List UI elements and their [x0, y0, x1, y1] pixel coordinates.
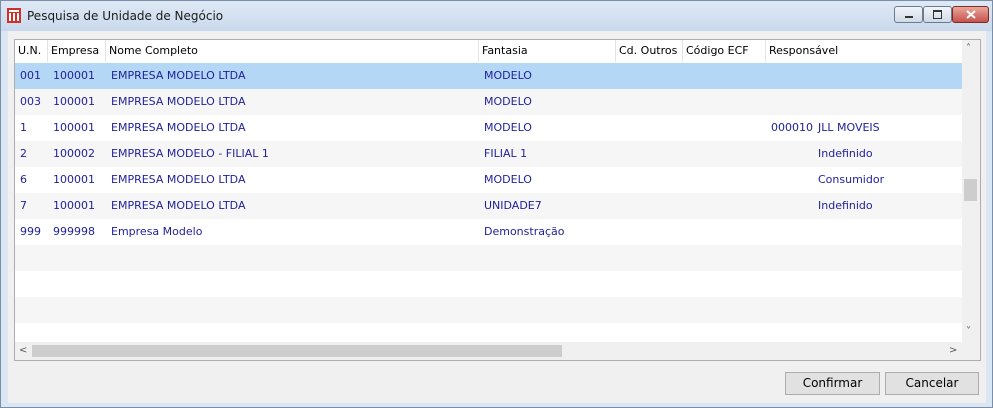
cell-nome-completo: Empresa Modelo — [111, 225, 203, 238]
vertical-scroll-thumb[interactable] — [964, 179, 977, 201]
scroll-right-icon[interactable]: > — [949, 345, 957, 356]
cell-responsavel-codigo: 000010 — [771, 121, 813, 134]
cell-nome-completo: EMPRESA MODELO LTDA — [111, 95, 246, 108]
table-row[interactable]: 001 100001 EMPRESA MODELO LTDA MODELO — [15, 63, 962, 89]
cell-fantasia: Demonstração — [484, 225, 565, 238]
cell-fantasia: UNIDADE7 — [484, 199, 542, 212]
cell-cd-outros — [616, 219, 621, 245]
close-icon — [966, 10, 976, 19]
cell-empresa: 100001 — [53, 121, 95, 134]
horizontal-scrollbar[interactable]: < > — [15, 342, 962, 360]
cell-responsavel-nome: Indefinido — [818, 199, 873, 212]
cell-nome-completo: EMPRESA MODELO - FILIAL 1 — [111, 147, 269, 160]
scroll-up-icon[interactable]: ˄ — [966, 43, 971, 54]
maximize-icon — [933, 10, 942, 19]
cell-cd-outros — [616, 89, 621, 115]
cell-cd-outros — [616, 115, 621, 141]
cell-fantasia: FILIAL 1 — [484, 147, 528, 160]
cell-responsavel-nome — [813, 63, 818, 89]
cell-responsavel-nome: Indefinido — [818, 147, 873, 160]
cell-nome-completo: EMPRESA MODELO LTDA — [111, 173, 246, 186]
cell-cd-outros — [616, 141, 621, 167]
cell-cd-outros — [616, 167, 621, 193]
cell-codigo-ecf — [683, 167, 688, 193]
column-header-codigo-ecf[interactable]: Código ECF — [683, 40, 766, 62]
cell-codigo-ecf — [683, 141, 688, 167]
cell-nome-completo: EMPRESA MODELO LTDA — [111, 121, 246, 134]
cell-codigo-ecf — [683, 63, 688, 89]
vertical-scrollbar[interactable]: ˄ ˅ — [962, 40, 980, 342]
cell-un: 003 — [20, 95, 41, 108]
empty-row — [15, 297, 962, 323]
cell-responsavel-nome: JLL MOVEIS — [818, 121, 880, 134]
cell-fantasia: MODELO — [484, 173, 532, 186]
window-title: Pesquisa de Unidade de Negócio — [27, 9, 224, 23]
dialog-body: U.N. Empresa Nome Completo Fantasia Cd. … — [8, 31, 986, 403]
cell-empresa: 100001 — [53, 199, 95, 212]
title-bar[interactable]: Pesquisa de Unidade de Negócio — [1, 1, 992, 31]
app-logo-icon — [7, 8, 21, 23]
cell-responsavel-codigo — [766, 167, 771, 193]
table-row[interactable]: 1 100001 EMPRESA MODELO LTDA MODELO 000010 JL… — [15, 115, 962, 141]
cell-responsavel-codigo — [766, 89, 771, 115]
column-header-fantasia[interactable]: Fantasia — [479, 40, 616, 62]
cell-responsavel-nome — [813, 219, 818, 245]
table-row[interactable]: 2 100002 EMPRESA MODELO - FILIAL 1 FILIAL 1… — [15, 141, 962, 167]
cell-empresa: 999998 — [53, 225, 95, 238]
cell-un: 6 — [20, 173, 27, 186]
cell-responsavel-codigo — [766, 141, 771, 167]
column-header-empresa[interactable]: Empresa — [48, 40, 106, 62]
business-unit-table[interactable]: U.N. Empresa Nome Completo Fantasia Cd. … — [14, 39, 981, 361]
cell-codigo-ecf — [683, 219, 688, 245]
cell-codigo-ecf — [683, 89, 688, 115]
cell-un: 001 — [20, 69, 41, 82]
table-row[interactable]: 7 100001 EMPRESA MODELO LTDA UNIDADE7 Indefi… — [15, 193, 962, 219]
cell-responsavel-codigo — [766, 193, 771, 219]
cell-responsavel-codigo — [766, 63, 771, 89]
maximize-button[interactable] — [923, 6, 952, 23]
scroll-left-icon[interactable]: < — [19, 345, 27, 356]
column-header-cd-outros[interactable]: Cd. Outros — [616, 40, 683, 62]
cell-codigo-ecf — [683, 193, 688, 219]
cell-cd-outros — [616, 193, 621, 219]
cell-empresa: 100001 — [53, 69, 95, 82]
column-header-un[interactable]: U.N. — [15, 40, 48, 62]
cell-fantasia: MODELO — [484, 69, 532, 82]
cell-responsavel-codigo — [766, 219, 771, 245]
column-header-responsavel[interactable]: Responsável — [766, 40, 962, 62]
cell-fantasia: MODELO — [484, 121, 532, 134]
minimize-button[interactable] — [894, 6, 923, 23]
cell-empresa: 100001 — [53, 173, 95, 186]
cell-empresa: 100001 — [53, 95, 95, 108]
table-row[interactable]: 999 999998 Empresa Modelo Demonstração — [15, 219, 962, 245]
cell-un: 1 — [20, 121, 27, 134]
table-row[interactable]: 6 100001 EMPRESA MODELO LTDA MODELO Consumid… — [15, 167, 962, 193]
cell-codigo-ecf — [683, 115, 688, 141]
table-row[interactable]: 003 100001 EMPRESA MODELO LTDA MODELO — [15, 89, 962, 115]
empty-row — [15, 245, 962, 271]
scrollbar-corner — [962, 342, 980, 360]
empty-row — [15, 271, 962, 297]
horizontal-scroll-thumb[interactable] — [32, 345, 562, 357]
cell-un: 7 — [20, 199, 27, 212]
column-header-nome-completo[interactable]: Nome Completo — [106, 40, 479, 62]
cell-nome-completo: EMPRESA MODELO LTDA — [111, 69, 246, 82]
table-header: U.N. Empresa Nome Completo Fantasia Cd. … — [15, 40, 962, 64]
cell-cd-outros — [616, 63, 621, 89]
cell-fantasia: MODELO — [484, 95, 532, 108]
cell-responsavel-nome — [813, 89, 818, 115]
cancel-button[interactable]: Cancelar — [885, 372, 979, 395]
cell-un: 999 — [20, 225, 41, 238]
cell-un: 2 — [20, 147, 27, 160]
cell-responsavel-nome: Consumidor — [818, 173, 885, 186]
cell-empresa: 100002 — [53, 147, 95, 160]
confirm-button[interactable]: Confirmar — [785, 372, 880, 395]
search-dialog: Pesquisa de Unidade de Negócio U.N. Empr… — [0, 0, 993, 408]
cell-nome-completo: EMPRESA MODELO LTDA — [111, 199, 246, 212]
close-button[interactable] — [952, 6, 989, 23]
minimize-icon — [905, 16, 913, 18]
scroll-down-icon[interactable]: ˅ — [966, 326, 971, 337]
